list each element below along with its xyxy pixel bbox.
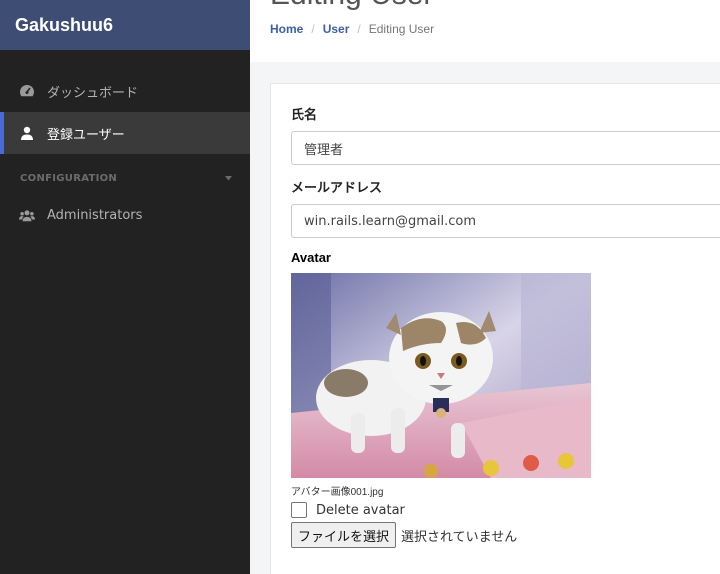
main-content: Editing User Home / User / Editing User … (250, 0, 720, 574)
name-field-group: 氏名 (291, 104, 720, 165)
sidebar-item-dashboard[interactable]: ダッシュボード (0, 70, 250, 112)
users-icon (19, 207, 35, 223)
sidebar: Gakushuu6 ダッシュボード 登録ユーザー CONFIGURATION A… (0, 0, 250, 574)
delete-avatar-label[interactable]: Delete avatar (316, 503, 405, 518)
delete-avatar-row: Delete avatar (291, 502, 720, 518)
avatar-image (291, 273, 591, 478)
page-title: Editing User (270, 0, 433, 12)
page-header: Editing User Home / User / Editing User (250, 0, 720, 62)
section-label: CONFIGURATION (20, 172, 118, 184)
file-status-text: 選択されていません (401, 529, 518, 545)
sidebar-nav: ダッシュボード 登録ユーザー (0, 70, 250, 154)
sidebar-item-administrators[interactable]: Administrators (0, 194, 250, 236)
breadcrumb-user[interactable]: User (323, 22, 350, 36)
delete-avatar-checkbox[interactable] (291, 502, 307, 518)
dashboard-icon (19, 83, 35, 99)
email-input[interactable] (291, 204, 720, 238)
email-field-group: メールアドレス (291, 177, 720, 238)
breadcrumb-separator: / (357, 22, 361, 36)
user-icon (19, 125, 35, 141)
file-upload-row: ファイルを選択 選択されていません (291, 522, 720, 548)
sidebar-item-label: ダッシュボード (47, 85, 139, 101)
caret-down-icon (225, 173, 232, 184)
sidebar-item-users[interactable]: 登録ユーザー (0, 112, 250, 154)
sidebar-item-label: Administrators (47, 207, 143, 223)
avatar-filename: アバター画像001.jpg (291, 487, 384, 498)
name-label: 氏名 (291, 108, 318, 123)
breadcrumb-current: Editing User (368, 22, 435, 36)
email-label: メールアドレス (291, 181, 383, 196)
avatar-label: Avatar (291, 250, 331, 265)
breadcrumb-separator: / (311, 22, 315, 36)
brand-logo[interactable]: Gakushuu6 (0, 0, 250, 50)
breadcrumb-home[interactable]: Home (270, 22, 303, 36)
name-input[interactable] (291, 131, 720, 165)
choose-file-button[interactable]: ファイルを選択 (291, 522, 397, 548)
sidebar-item-label: 登録ユーザー (47, 127, 125, 143)
sidebar-section-configuration[interactable]: CONFIGURATION (0, 154, 250, 194)
breadcrumb: Home / User / Editing User (270, 22, 434, 36)
config-nav: Administrators (0, 194, 250, 236)
edit-user-form: 氏名 メールアドレス Avatar (270, 83, 720, 574)
